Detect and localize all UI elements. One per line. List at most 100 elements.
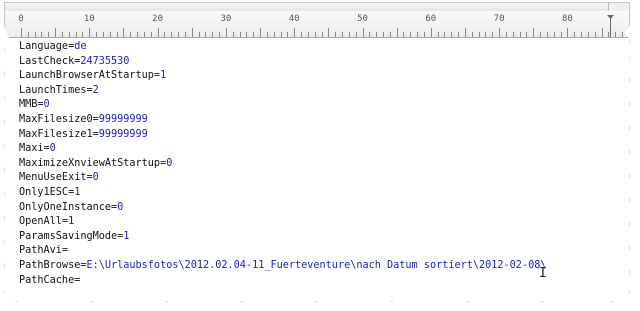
setting-key: Language= xyxy=(19,41,75,52)
ruler-tick xyxy=(485,32,487,37)
setting-key: LaunchBrowserAtStartup= xyxy=(19,70,161,82)
editor-line[interactable]: ParamsSavingMode=1 xyxy=(19,230,617,245)
setting-key: Only1ESC= xyxy=(19,186,75,198)
ruler-tick xyxy=(540,32,542,37)
ruler-tick xyxy=(451,32,453,37)
ruler-tick xyxy=(587,32,589,37)
ruler-tick xyxy=(348,32,350,37)
ruler-tick xyxy=(287,32,289,37)
ruler-tick xyxy=(27,32,29,37)
editor-line[interactable]: MenuUseExit=0 xyxy=(19,171,617,186)
ruler-tick xyxy=(533,28,535,37)
ruler-tick xyxy=(417,32,419,37)
setting-key: OpenAll= xyxy=(19,216,69,228)
setting-key: PathBrowse= xyxy=(19,259,87,271)
ruler-tick xyxy=(328,28,330,37)
setting-value: 0 xyxy=(117,201,124,213)
ruler-tick xyxy=(321,32,323,37)
text-cursor-icon: I xyxy=(539,266,547,281)
setting-key: PathCache= xyxy=(19,274,81,286)
text-editor[interactable]: Language=de LastCheck=24735530 LaunchBrows… xyxy=(19,40,617,301)
ruler-tick xyxy=(519,32,521,37)
ruler-tick xyxy=(369,32,371,37)
editor-line[interactable]: LastCheck=24735530 xyxy=(19,55,617,70)
ruler-tick xyxy=(96,32,98,37)
editor-window: 0 10 20 30 40 50 60 70 80 Language=de LastCheck=2… xyxy=(4,2,630,302)
ruler-tick xyxy=(130,32,132,37)
editor-line[interactable]: Maxi=0 xyxy=(19,142,617,157)
ruler-tick xyxy=(75,32,77,37)
ruler-tick xyxy=(253,32,255,37)
ruler-tick xyxy=(137,32,139,37)
editor-line[interactable]: MMB=0 xyxy=(19,98,617,113)
setting-value: 99999999 xyxy=(98,128,148,140)
ruler-tick xyxy=(622,32,624,37)
ruler-tick xyxy=(430,28,432,37)
editor-line[interactable]: MaxFilesize1=99999999 xyxy=(19,128,617,143)
ruler-number: 70 xyxy=(493,14,505,24)
ruler-tick xyxy=(410,32,412,37)
ruler-tick xyxy=(109,32,111,37)
ruler-tick xyxy=(362,28,364,37)
setting-value: E:\Urlaubsfotos\2012.02.04-11_Fuertevent… xyxy=(86,259,547,271)
ruler-tick xyxy=(239,32,241,37)
ruler-tick xyxy=(458,32,460,37)
setting-key: PathAvi= xyxy=(19,245,69,257)
ruler-tick xyxy=(212,32,214,37)
ruler-tick xyxy=(68,32,70,37)
ruler-tick xyxy=(376,32,378,37)
ruler-tick xyxy=(512,32,514,37)
editor-line[interactable]: MaxFilesize0=99999999 xyxy=(19,113,617,128)
ruler-tick xyxy=(205,32,207,37)
ruler-tick xyxy=(164,32,166,37)
setting-key: LastCheck= xyxy=(19,55,81,67)
ruler-tick xyxy=(143,32,145,37)
setting-value: de xyxy=(74,41,87,52)
editor-line[interactable]: OpenAll=1 xyxy=(19,215,617,230)
ruler-tick xyxy=(260,28,262,37)
ruler-tick xyxy=(61,32,63,37)
ruler-tick xyxy=(21,28,22,37)
ruler-tick xyxy=(157,28,159,37)
ruler-tick xyxy=(184,32,186,37)
ruler-tick xyxy=(314,32,316,37)
ruler-tick xyxy=(594,32,596,37)
editor-line[interactable]: PathCache= xyxy=(19,274,617,289)
ruler-tick xyxy=(560,32,562,37)
setting-value: 0 xyxy=(166,157,173,169)
ruler-tick xyxy=(342,32,343,37)
ruler-tick xyxy=(266,32,268,37)
editor-line[interactable]: Only1ESC=1 xyxy=(19,186,617,201)
setting-value: 0 xyxy=(49,143,56,155)
ruler-tick xyxy=(48,32,50,37)
editor-line[interactable]: PathAvi= xyxy=(19,244,617,259)
right-margin-marker[interactable] xyxy=(610,15,611,37)
editor-line[interactable]: LaunchBrowserAtStartup=1 xyxy=(19,69,617,84)
editor-line[interactable]: MaximizeXnviewAtStartup=0 xyxy=(19,157,617,172)
ruler-number: 0 xyxy=(18,14,24,24)
editor-line[interactable]: LaunchTimes=2 xyxy=(19,84,617,99)
setting-key: MenuUseExit= xyxy=(19,172,93,184)
ruler-tick xyxy=(403,32,405,37)
ruler-tick xyxy=(499,28,501,37)
ruler-tick xyxy=(34,32,36,37)
ruler-tick xyxy=(382,32,384,37)
ruler-tick xyxy=(301,32,303,37)
ruler-tick xyxy=(82,32,84,37)
ruler-number: 30 xyxy=(220,14,232,24)
ruler-tick xyxy=(219,32,221,37)
ruler-tick xyxy=(437,32,439,37)
setting-value: 1 xyxy=(123,230,130,242)
editor-line[interactable]: PathBrowse=E:\Urlaubsfotos\2012.02.04-11… xyxy=(19,259,617,274)
editor-line[interactable]: OnlyOneInstance=0 xyxy=(19,201,617,216)
toolbar-edge xyxy=(608,3,629,11)
ruler-tick xyxy=(273,32,275,37)
ruler-tick xyxy=(55,28,57,37)
ruler-tick xyxy=(232,32,234,37)
setting-key: MMB= xyxy=(19,99,44,111)
ruler-tick xyxy=(335,32,337,37)
editor-line[interactable]: Language=de xyxy=(19,40,617,55)
ruler-tick xyxy=(478,32,480,37)
ruler-tick xyxy=(280,32,282,37)
ruler-tick xyxy=(423,32,425,37)
